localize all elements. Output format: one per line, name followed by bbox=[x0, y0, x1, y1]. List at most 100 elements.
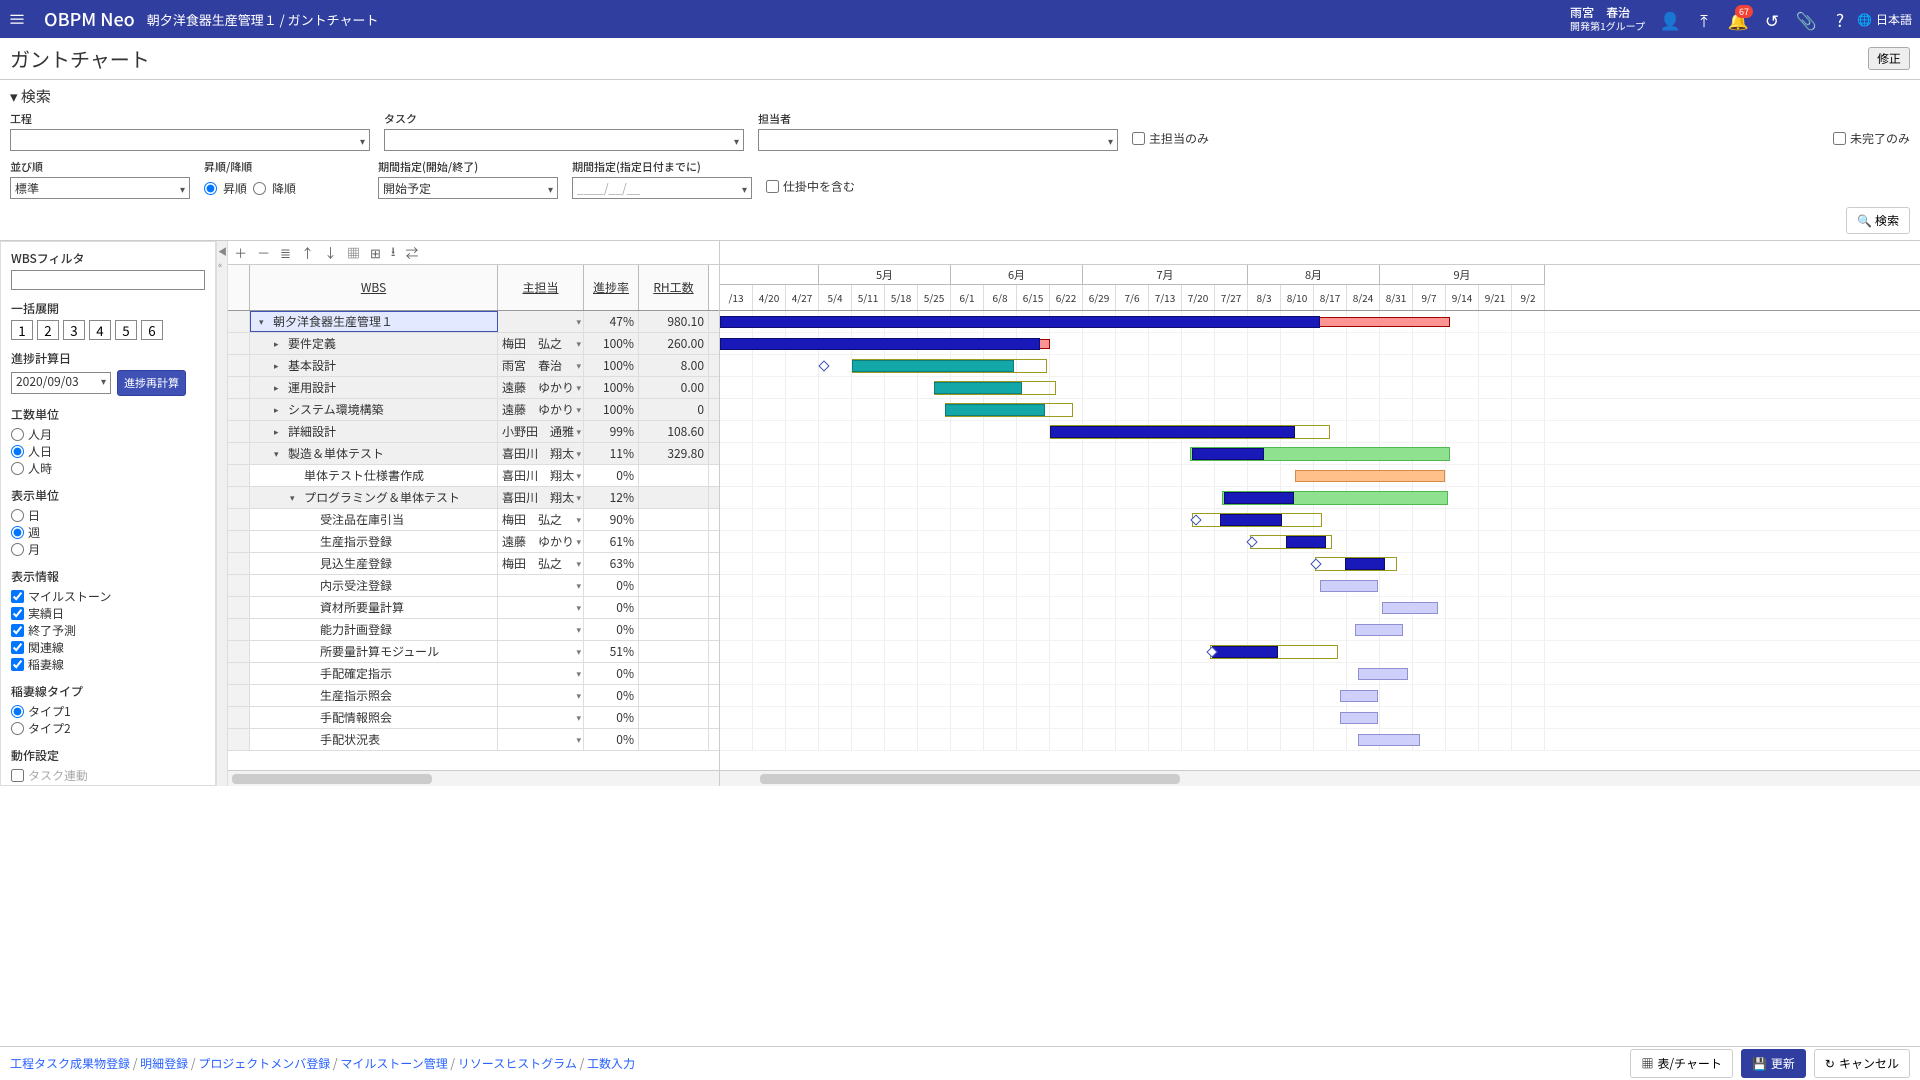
gantt-bar[interactable] bbox=[1212, 646, 1278, 658]
order-asc-radio[interactable] bbox=[204, 182, 217, 195]
assignee-cell[interactable]: ▾ bbox=[498, 575, 584, 596]
table-row[interactable]: ▾朝夕洋食器生産管理１▾47%980.10 bbox=[228, 311, 719, 333]
layers-icon[interactable]: ≣ bbox=[280, 243, 291, 262]
info-chk-1[interactable] bbox=[11, 607, 24, 620]
wbs-cell[interactable]: 手配情報照会 bbox=[250, 707, 498, 728]
wbs-cell[interactable]: ▸詳細設計 bbox=[250, 421, 498, 442]
chevron-down-icon[interactable]: ▾ bbox=[576, 645, 581, 658]
wbs-cell[interactable]: 手配確定指示 bbox=[250, 663, 498, 684]
chevron-down-icon[interactable]: ▾ bbox=[576, 403, 581, 416]
order-desc-radio[interactable] bbox=[253, 182, 266, 195]
table-row[interactable]: 資材所要量計算▾0% bbox=[228, 597, 719, 619]
table-row[interactable]: ▸基本設計雨宮 春治▾100%8.00 bbox=[228, 355, 719, 377]
table-view-icon[interactable]: ▦ bbox=[347, 243, 360, 262]
assignee-cell[interactable]: 遠藤 ゆかり▾ bbox=[498, 399, 584, 420]
header-assignee[interactable]: 主担当 bbox=[498, 265, 584, 310]
gantt-bar[interactable] bbox=[1355, 624, 1403, 636]
help-icon[interactable]: ? bbox=[1823, 7, 1857, 32]
footer-link[interactable]: リソースヒストグラム bbox=[458, 1055, 577, 1072]
upload-icon[interactable]: ⤒ bbox=[1687, 7, 1721, 32]
header-wbs[interactable]: WBS bbox=[250, 265, 498, 310]
wbs-filter-input[interactable] bbox=[11, 270, 205, 290]
timeline-row[interactable] bbox=[720, 355, 1920, 377]
gantt-bar[interactable] bbox=[1358, 668, 1408, 680]
chevron-down-icon[interactable]: ▾ bbox=[576, 469, 581, 482]
wbs-cell[interactable]: 生産指示登録 bbox=[250, 531, 498, 552]
gantt-bar[interactable] bbox=[1340, 712, 1378, 724]
table-row[interactable]: 手配確定指示▾0% bbox=[228, 663, 719, 685]
info-chk-0[interactable] bbox=[11, 590, 24, 603]
row-toggle-icon[interactable]: ▾ bbox=[290, 491, 300, 504]
gantt-bar[interactable] bbox=[1050, 426, 1295, 438]
task-link-checkbox[interactable] bbox=[11, 769, 24, 782]
inazuma-opt-1[interactable] bbox=[11, 722, 24, 735]
remove-row-icon[interactable]: － bbox=[257, 243, 270, 262]
assignee-cell[interactable]: 遠藤 ゆかり▾ bbox=[498, 377, 584, 398]
row-toggle-icon[interactable]: ▸ bbox=[274, 425, 284, 438]
table-row[interactable]: 見込生産登録梅田 弘之▾63% bbox=[228, 553, 719, 575]
assignee-cell[interactable]: ▾ bbox=[498, 619, 584, 640]
assignee-cell[interactable]: 喜田川 翔太▾ bbox=[498, 487, 584, 508]
splitter[interactable]: ◀« bbox=[216, 241, 228, 786]
assignee-cell[interactable]: ▾ bbox=[498, 597, 584, 618]
assignee-cell[interactable]: 喜田川 翔太▾ bbox=[498, 465, 584, 486]
table-row[interactable]: 所要量計算モジュール▾51% bbox=[228, 641, 719, 663]
timeline-scrollbar[interactable] bbox=[720, 770, 1920, 786]
progress-date-combo[interactable]: 2020/09/03 bbox=[11, 372, 111, 394]
chevron-down-icon[interactable]: ▾ bbox=[576, 557, 581, 570]
chevron-down-icon[interactable]: ▾ bbox=[576, 359, 581, 372]
left-scrollbar[interactable] bbox=[228, 770, 719, 786]
info-chk-4[interactable] bbox=[11, 658, 24, 671]
timeline-row[interactable] bbox=[720, 377, 1920, 399]
dispunit-opt-1[interactable] bbox=[11, 526, 24, 539]
table-row[interactable]: 能力計画登録▾0% bbox=[228, 619, 719, 641]
assignee-cell[interactable]: 梅田 弘之▾ bbox=[498, 553, 584, 574]
table-row[interactable]: 内示受注登録▾0% bbox=[228, 575, 719, 597]
gantt-bar[interactable] bbox=[945, 404, 1045, 416]
timeline-row[interactable] bbox=[720, 619, 1920, 641]
info-chk-2[interactable] bbox=[11, 624, 24, 637]
table-row[interactable]: 生産指示照会▾0% bbox=[228, 685, 719, 707]
table-row[interactable]: ▾プログラミング＆単体テスト喜田川 翔太▾12% bbox=[228, 487, 719, 509]
chevron-down-icon[interactable]: ▾ bbox=[576, 689, 581, 702]
history-icon[interactable]: ↺ bbox=[1755, 7, 1789, 32]
include-wip-checkbox[interactable] bbox=[766, 180, 779, 193]
wbs-cell[interactable]: 見込生産登録 bbox=[250, 553, 498, 574]
footer-link[interactable]: 工程タスク成果物登録 bbox=[10, 1055, 130, 1072]
expand-level-2[interactable]: 2 bbox=[37, 320, 59, 340]
sort-combo[interactable]: 標準 bbox=[10, 177, 190, 199]
row-toggle-icon[interactable]: ▸ bbox=[274, 381, 284, 394]
link-icon[interactable]: ⇄ bbox=[405, 243, 418, 262]
wbs-cell[interactable]: 生産指示照会 bbox=[250, 685, 498, 706]
timeline-row[interactable] bbox=[720, 553, 1920, 575]
wbs-cell[interactable]: 手配状況表 bbox=[250, 729, 498, 750]
row-toggle-icon[interactable]: ▾ bbox=[274, 447, 284, 460]
filter-process-combo[interactable] bbox=[10, 129, 370, 151]
wbs-cell[interactable]: 受注品在庫引当 bbox=[250, 509, 498, 530]
attachment-icon[interactable]: 📎 bbox=[1789, 7, 1823, 32]
assignee-cell[interactable]: ▾ bbox=[498, 663, 584, 684]
wbs-cell[interactable]: 能力計画登録 bbox=[250, 619, 498, 640]
assignee-cell[interactable]: 小野田 通雅▾ bbox=[498, 421, 584, 442]
assignee-cell[interactable]: ▾ bbox=[498, 311, 584, 332]
assignee-cell[interactable]: ▾ bbox=[498, 729, 584, 750]
timeline-row[interactable] bbox=[720, 641, 1920, 663]
gantt-bar[interactable] bbox=[720, 338, 1040, 350]
expand-level-3[interactable]: 3 bbox=[63, 320, 85, 340]
timeline-row[interactable] bbox=[720, 399, 1920, 421]
row-toggle-icon[interactable]: ▸ bbox=[274, 337, 284, 350]
assignee-cell[interactable]: 雨宮 春治▾ bbox=[498, 355, 584, 376]
table-row[interactable]: ▸運用設計遠藤 ゆかり▾100%0.00 bbox=[228, 377, 719, 399]
timeline-body[interactable] bbox=[720, 311, 1920, 770]
timeline-row[interactable] bbox=[720, 465, 1920, 487]
move-down-icon[interactable]: ↓ bbox=[324, 243, 337, 262]
chevron-down-icon[interactable]: ▾ bbox=[576, 711, 581, 724]
wbs-cell[interactable]: 資材所要量計算 bbox=[250, 597, 498, 618]
assignee-cell[interactable]: 遠藤 ゆかり▾ bbox=[498, 531, 584, 552]
download-icon[interactable]: ⭳ bbox=[391, 241, 396, 265]
timeline-row[interactable] bbox=[720, 487, 1920, 509]
primary-only-checkbox[interactable] bbox=[1132, 132, 1145, 145]
row-toggle-icon[interactable]: ▸ bbox=[274, 403, 284, 416]
timeline-row[interactable] bbox=[720, 575, 1920, 597]
chevron-down-icon[interactable]: ▾ bbox=[576, 381, 581, 394]
